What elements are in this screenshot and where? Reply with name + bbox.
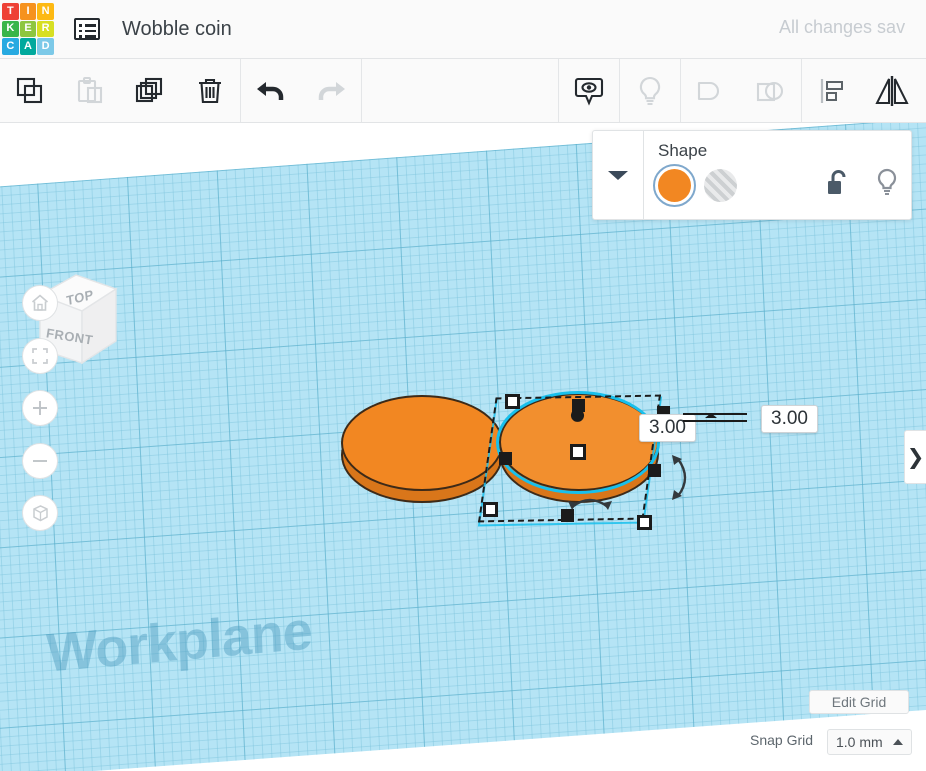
light-button[interactable] (620, 59, 680, 122)
plus-icon (33, 401, 47, 415)
logo-tile-t: T (2, 3, 19, 20)
logo-tile-c: C (2, 38, 19, 55)
box-icon (32, 504, 48, 521)
show-hide-eye-icon (574, 77, 604, 106)
coin-left-object[interactable] (341, 395, 503, 513)
align-icon (820, 78, 843, 103)
toolbar-separator (361, 59, 362, 122)
snap-grid-value: 1.0 mm (836, 734, 883, 750)
save-status: All changes sav (779, 17, 906, 37)
shape-panel-title: Shape (658, 141, 708, 160)
height-handle-center[interactable] (570, 444, 586, 460)
shape-inspector-panel: Shape (592, 130, 912, 220)
home-view-button[interactable] (22, 285, 58, 321)
undo-icon (257, 81, 284, 100)
logo-tile-a: A (19, 38, 37, 55)
rotate-handle-top[interactable] (565, 491, 615, 515)
scale-handle-right[interactable] (648, 464, 661, 477)
ungroup-icon (756, 81, 784, 101)
copy-icon (16, 77, 43, 103)
solid-color-swatch[interactable] (653, 164, 696, 207)
logo-letter: I (26, 4, 30, 17)
mirror-button[interactable] (862, 59, 922, 122)
dimension-label-height[interactable]: 3.00 (639, 414, 696, 442)
logo-tile-d: D (37, 38, 54, 55)
group-button[interactable] (681, 59, 741, 122)
main-toolbar (0, 59, 926, 123)
logo-letter: D (41, 40, 50, 53)
dimension-label-width[interactable]: 3.00 (761, 405, 818, 433)
logo-letter: A (24, 40, 32, 53)
3d-canvas[interactable]: Workplane 3.00 3.00 TOP FRONT (0, 123, 926, 771)
logo-letter: R (41, 22, 50, 35)
logo-letter: K (6, 22, 15, 35)
logo-tile-r: R (37, 20, 54, 38)
logo-letter: T (6, 4, 14, 17)
mirror-flip-icon (875, 75, 909, 106)
tinkercad-logo[interactable]: T I N K E R C A D (0, 1, 56, 57)
hole-swatch[interactable] (704, 169, 737, 202)
zoom-out-button[interactable] (22, 443, 58, 479)
snap-grid-select[interactable]: 1.0 mm (827, 729, 912, 755)
redo-button[interactable] (301, 59, 361, 122)
paste-button[interactable] (60, 59, 120, 122)
minus-icon (33, 460, 47, 462)
logo-letter: C (6, 40, 15, 53)
page-title[interactable]: Wobble coin (122, 18, 232, 41)
trash-icon (199, 78, 221, 103)
tinkercad-app: T I N K E R C A D Wobble coin All change… (0, 0, 926, 771)
rotate-handle-right[interactable] (670, 453, 696, 503)
scale-handle-bottom-left[interactable] (483, 502, 498, 517)
lightbulb-icon (639, 76, 661, 105)
copy-button[interactable] (0, 59, 60, 122)
logo-tile-k: K (2, 20, 19, 38)
home-icon (31, 294, 49, 311)
coin-top (341, 395, 503, 491)
delete-button[interactable] (180, 59, 240, 122)
logo-letter: N (41, 4, 50, 17)
collapsed-side-panel[interactable]: ❯ (904, 430, 926, 484)
logo-tile-i: I (19, 3, 37, 20)
lock-toggle-button[interactable] (825, 169, 851, 204)
unlock-icon (828, 170, 846, 194)
redo-icon (318, 81, 345, 100)
scale-handle-left[interactable] (499, 452, 512, 465)
duplicate-button[interactable] (120, 59, 180, 122)
caret-up-icon (893, 739, 903, 745)
undo-button[interactable] (241, 59, 301, 122)
project-menu-button[interactable] (70, 12, 104, 46)
shape-panel-collapse-button[interactable] (593, 131, 644, 219)
logo-tile-n: N (37, 3, 54, 20)
snap-grid-label: Snap Grid (750, 732, 814, 748)
duplicate-icon (135, 77, 163, 102)
ungroup-button[interactable] (741, 59, 801, 122)
workplane-drop-icon[interactable] (570, 403, 585, 422)
scale-handle-top-left[interactable] (505, 394, 520, 409)
collapsed-panel-glyph: ❯ (906, 445, 925, 469)
fit-to-view-button[interactable] (22, 338, 58, 374)
shape-light-button[interactable] (875, 167, 899, 204)
align-button[interactable] (802, 59, 862, 122)
lightbulb-icon (877, 168, 897, 195)
perspective-toggle-button[interactable] (22, 495, 58, 531)
logo-letter: E (24, 22, 32, 35)
show-hide-button[interactable] (559, 59, 619, 122)
logo-tile-e: E (19, 20, 37, 38)
zoom-in-button[interactable] (22, 390, 58, 426)
scale-handle-bottom-right[interactable] (637, 515, 652, 530)
edit-grid-button[interactable]: Edit Grid (809, 690, 909, 714)
fit-brackets-icon (32, 348, 48, 364)
chevron-down-icon (608, 171, 628, 180)
app-header: T I N K E R C A D Wobble coin All change… (0, 0, 926, 59)
paste-icon (77, 76, 103, 103)
list-menu-icon (74, 18, 100, 40)
group-icon (697, 81, 719, 100)
